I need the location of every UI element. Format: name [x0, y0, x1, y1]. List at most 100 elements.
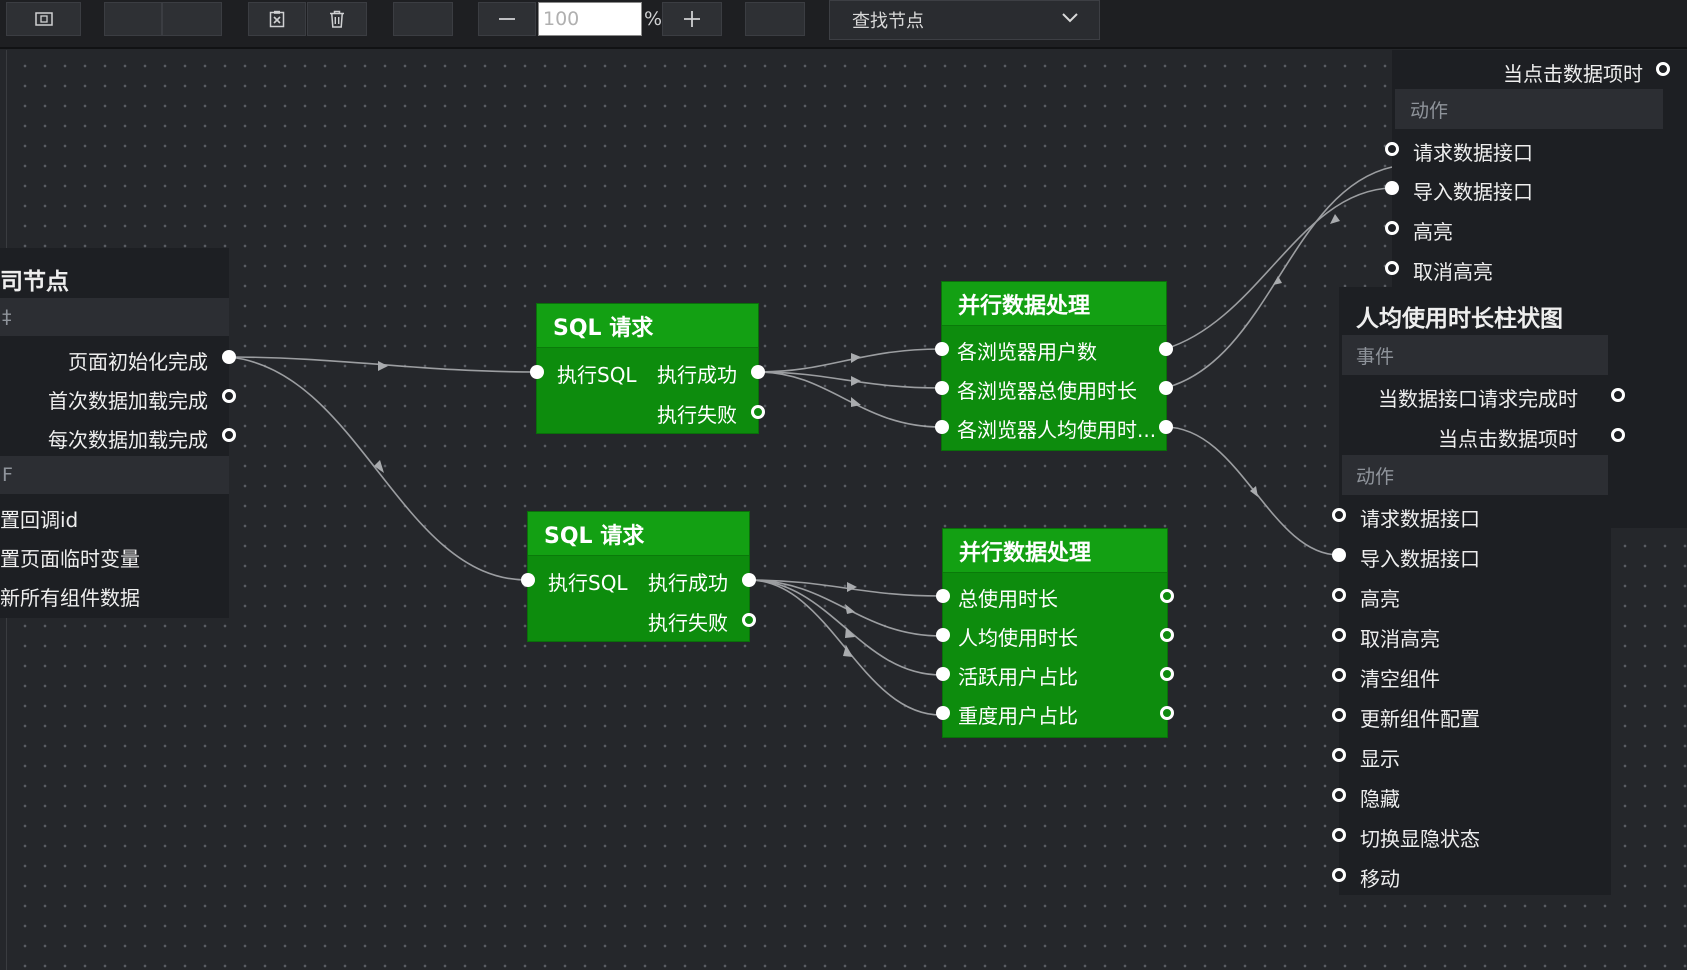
port-chart-show-in[interactable]	[1332, 748, 1346, 762]
port-first-load-out[interactable]	[222, 389, 236, 403]
port-p1-row1-out[interactable]	[1159, 342, 1173, 356]
find-node-label: 查找节点	[852, 11, 924, 32]
port-chart-move-in[interactable]	[1332, 868, 1346, 882]
chart-action-hide: 隐藏	[1360, 787, 1400, 811]
zoom-input[interactable]	[538, 2, 642, 36]
port-p2-row4-out[interactable]	[1160, 706, 1174, 720]
port-chart-request-done-out[interactable]	[1611, 388, 1625, 402]
page-node-title: 司节点	[0, 269, 69, 295]
port-every-load-out[interactable]	[222, 428, 236, 442]
chart-action-highlight: 高亮	[1360, 587, 1400, 611]
port-chart-request-in[interactable]	[1332, 508, 1346, 522]
chevron-down-icon	[1062, 13, 1078, 23]
zoom-out-button[interactable]	[478, 2, 536, 36]
port-p2-row2-in[interactable]	[936, 628, 950, 642]
sql-node-1-input: 执行SQL	[557, 363, 637, 387]
sql-request-node-1[interactable]: SQL 请求 执行SQL 执行成功 执行失败	[530, 304, 765, 433]
clipboard-delete-icon	[269, 10, 285, 28]
bar-chart-component-node[interactable]: 人均使用时长柱状图 事件 当数据接口请求完成时 当点击数据项时 动作 请求数据接…	[1332, 287, 1625, 895]
toolbar: % 查找节点	[0, 0, 1687, 49]
back-action-highlight: 高亮	[1413, 220, 1453, 244]
parallel-node-2-row-1: 总使用时长	[958, 587, 1058, 611]
port-sql2-exec-in[interactable]	[521, 573, 535, 587]
toolbar-button-blank-1[interactable]	[104, 2, 162, 36]
port-sql1-exec-in[interactable]	[530, 365, 544, 379]
chart-action-import: 导入数据接口	[1360, 547, 1480, 571]
port-p2-row1-out[interactable]	[1160, 589, 1174, 603]
parallel-processing-node-2[interactable]: 并行数据处理 总使用时长 人均使用时长 活跃用户占比 重度用户占比	[936, 529, 1174, 737]
port-chart-toggle-in[interactable]	[1332, 828, 1346, 842]
event-every-load: 每次数据加载完成	[48, 428, 208, 452]
port-p1-row1-in[interactable]	[935, 342, 949, 356]
toolbar-button-blank-2[interactable]	[162, 2, 222, 36]
chart-action-update-config: 更新组件配置	[1360, 707, 1480, 731]
toolbar-button-blank-3[interactable]	[393, 2, 453, 36]
port-back-highlight-in[interactable]	[1385, 221, 1399, 235]
port-back-import-in[interactable]	[1385, 181, 1399, 195]
sql-node-2-fail: 执行失败	[648, 611, 728, 635]
port-p1-row2-out[interactable]	[1159, 381, 1173, 395]
port-back-click-item-out[interactable]	[1656, 62, 1670, 76]
chart-action-request: 请求数据接口	[1360, 507, 1480, 531]
port-page-init-out[interactable]	[222, 350, 236, 364]
parallel-node-2-row-2: 人均使用时长	[958, 626, 1078, 650]
page-node-events-header: ‡	[0, 298, 229, 336]
chart-node-title: 人均使用时长柱状图	[1356, 306, 1563, 332]
port-p2-row1-in[interactable]	[936, 589, 950, 603]
port-sql1-fail-out[interactable]	[751, 405, 765, 419]
port-back-unhighlight-in[interactable]	[1385, 261, 1399, 275]
port-chart-clear-in[interactable]	[1332, 668, 1346, 682]
back-action-request: 请求数据接口	[1413, 141, 1533, 165]
port-sql2-success-out[interactable]	[742, 573, 756, 587]
sql-node-2-title: SQL 请求	[528, 512, 749, 556]
port-chart-hide-in[interactable]	[1332, 788, 1346, 802]
find-node-select[interactable]: 查找节点	[829, 0, 1100, 40]
sql-node-1-success: 执行成功	[657, 363, 737, 387]
event-first-load: 首次数据加载完成	[48, 389, 208, 413]
port-p1-row3-out[interactable]	[1159, 420, 1173, 434]
toolbar-button-blank-4[interactable]	[745, 2, 805, 36]
chart-action-move: 移动	[1360, 867, 1400, 891]
plus-icon	[684, 11, 700, 27]
chart-action-toggle: 切换显隐状态	[1360, 827, 1480, 851]
parallel-processing-node-1[interactable]: 并行数据处理 各浏览器用户数 各浏览器总使用时长 各浏览器人均使用时...	[935, 282, 1173, 450]
action-set-temp-var: 置页面临时变量	[0, 547, 140, 571]
port-p2-row3-out[interactable]	[1160, 667, 1174, 681]
port-p2-row3-in[interactable]	[936, 667, 950, 681]
parallel-node-1-title: 并行数据处理	[942, 282, 1166, 326]
zoom-in-button[interactable]	[662, 2, 722, 36]
port-chart-highlight-in[interactable]	[1332, 588, 1346, 602]
sql-request-node-2[interactable]: SQL 请求 执行SQL 执行成功 执行失败	[521, 512, 756, 641]
action-set-callback-id: 置回调id	[0, 508, 79, 532]
event-page-init: 页面初始化完成	[68, 350, 208, 374]
port-p1-row3-in[interactable]	[935, 420, 949, 434]
sql-node-2-success: 执行成功	[648, 571, 728, 595]
parallel-node-2-row-4: 重度用户占比	[958, 704, 1078, 728]
back-action-unhighlight: 取消高亮	[1413, 260, 1493, 284]
chart-action-show: 显示	[1360, 747, 1400, 771]
layout-icon	[34, 12, 53, 26]
port-chart-update-config-in[interactable]	[1332, 708, 1346, 722]
trash-icon	[330, 10, 344, 28]
page-node-actions-header: F	[0, 456, 229, 494]
page-node-panel[interactable]: 司节点 ‡ 页面初始化完成 首次数据加载完成 每次数据加载完成 F 置回调id …	[0, 248, 236, 618]
chart-event-click-item: 当点击数据项时	[1438, 427, 1578, 451]
port-chart-unhighlight-in[interactable]	[1332, 628, 1346, 642]
port-chart-click-item-out[interactable]	[1611, 428, 1625, 442]
clear-clipboard-button[interactable]	[248, 2, 306, 36]
port-p1-row2-in[interactable]	[935, 381, 949, 395]
back-action-import: 导入数据接口	[1413, 180, 1533, 204]
port-chart-import-in[interactable]	[1332, 548, 1346, 562]
port-p2-row2-out[interactable]	[1160, 628, 1174, 642]
parallel-node-2-title: 并行数据处理	[943, 529, 1167, 573]
delete-button[interactable]	[307, 2, 367, 36]
sql-node-1-title: SQL 请求	[537, 304, 758, 348]
port-sql1-success-out[interactable]	[751, 365, 765, 379]
port-back-request-in[interactable]	[1385, 142, 1399, 156]
port-p2-row4-in[interactable]	[936, 706, 950, 720]
port-sql2-fail-out[interactable]	[742, 613, 756, 627]
chart-actions-header: 动作	[1342, 455, 1608, 495]
parallel-node-1-row-2: 各浏览器总使用时长	[957, 379, 1137, 403]
layout-button[interactable]	[6, 2, 81, 36]
back-event-click-item: 当点击数据项时	[1503, 62, 1643, 86]
